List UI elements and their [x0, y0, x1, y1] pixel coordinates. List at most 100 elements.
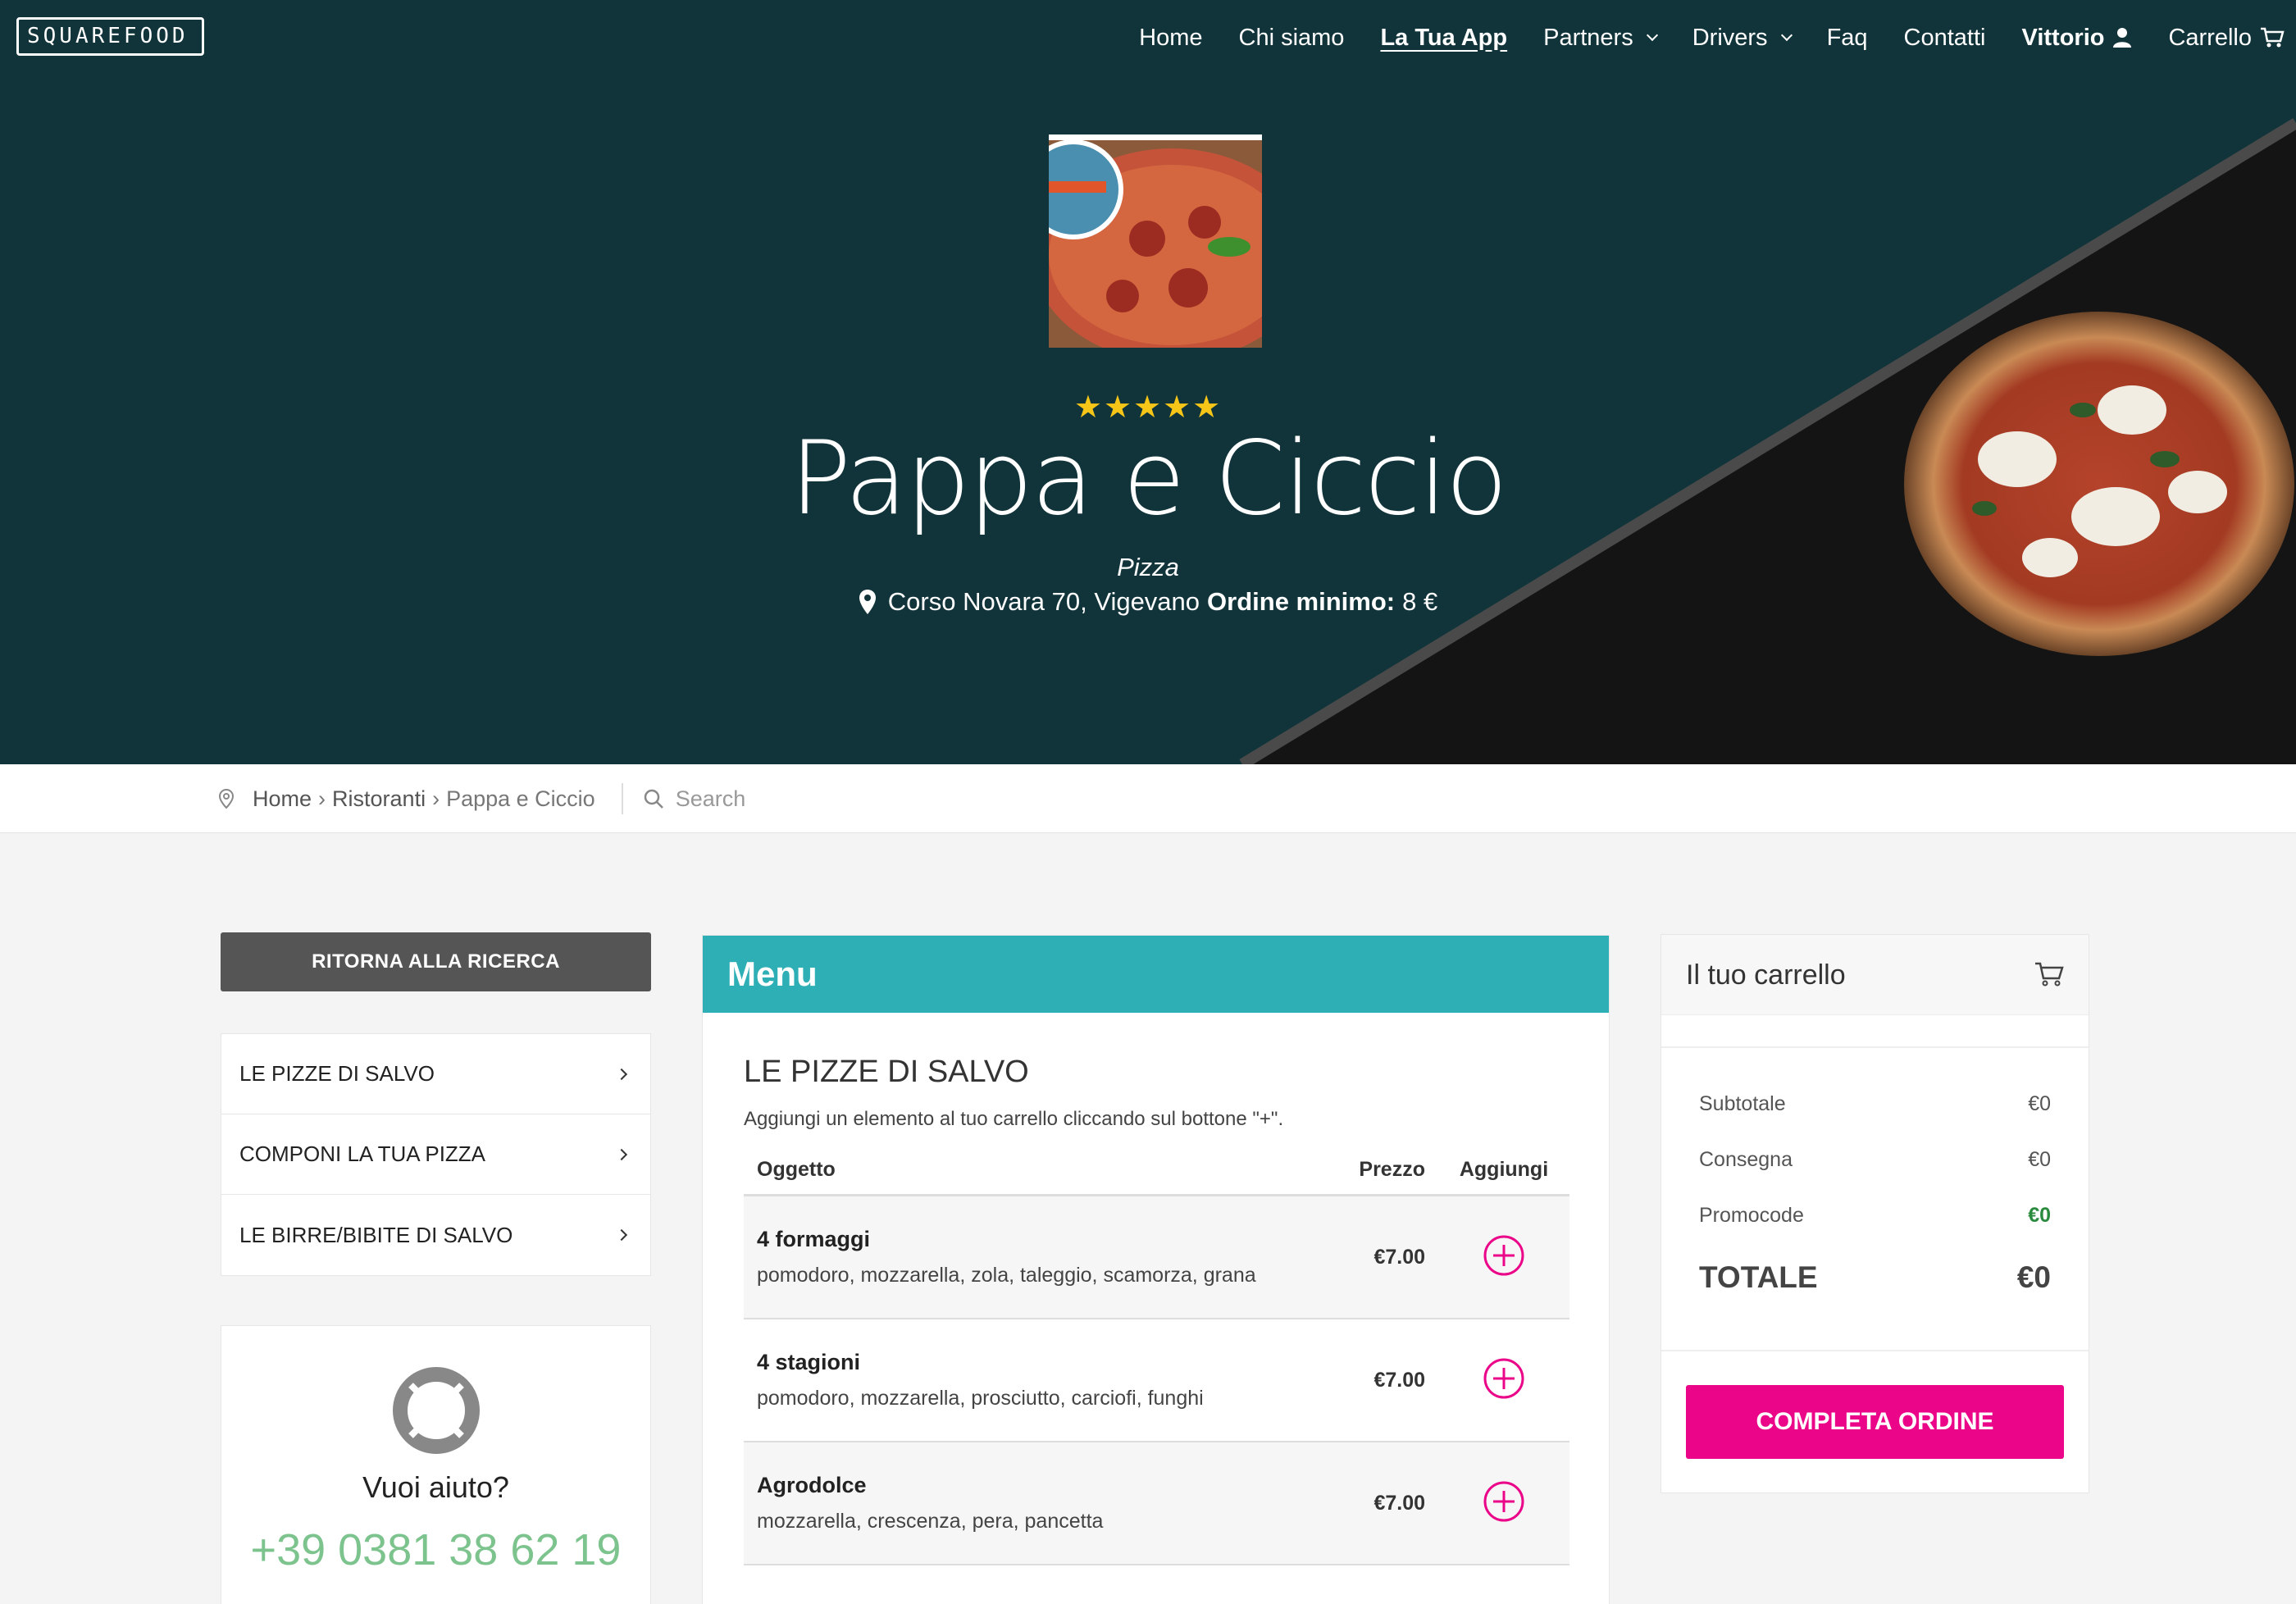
help-title: Vuoi aiuto? — [362, 1470, 509, 1504]
cart-panel: Il tuo carrello Subtotale €0 Consegna €0… — [1660, 934, 2089, 1493]
subtotal-value: €0 — [2028, 1091, 2051, 1115]
nav-faq-label: Faq — [1826, 24, 1868, 51]
total-value: €0 — [2016, 1260, 2051, 1294]
menu-table-header: Oggetto Prezzo Aggiungi — [744, 1146, 1569, 1196]
nav-cart-label: Carrello — [2168, 24, 2252, 51]
chevron-right-icon — [615, 1228, 628, 1242]
plus-circle-icon[interactable] — [1483, 1357, 1525, 1400]
category-item[interactable]: LE PIZZE DI SALVO — [221, 1034, 650, 1114]
table-row: 4 formaggi pomodoro, mozzarella, zola, t… — [744, 1196, 1569, 1319]
breadcrumb-home[interactable]: Home — [253, 786, 312, 812]
cart-subtotal-row: Subtotale €0 — [1699, 1076, 2051, 1132]
nav-drivers[interactable]: Drivers — [1692, 24, 1793, 52]
hero-banner: SQUAREFOOD Home Chi siamo La Tua App Par… — [0, 0, 2296, 764]
total-label: TOTALE — [1699, 1260, 1818, 1294]
nav-chi-siamo[interactable]: Chi siamo — [1239, 25, 1345, 52]
item-name: Agrodolce — [757, 1473, 867, 1497]
restaurant-name: Pappa e Ciccio — [790, 420, 1507, 538]
plus-circle-icon[interactable] — [1483, 1234, 1525, 1277]
min-order-label: Ordine minimo: — [1207, 587, 1396, 616]
cart-header: Il tuo carrello — [1661, 935, 2089, 1015]
main-nav: Home Chi siamo La Tua App Partners Drive… — [1103, 0, 2285, 75]
nav-user[interactable]: Vittorio — [2022, 25, 2133, 52]
category-item[interactable]: COMPONI LA TUA PIZZA — [221, 1114, 650, 1195]
breadcrumb-current: Pappa e Ciccio — [446, 786, 595, 811]
category-label: LE BIRRE/BIBITE DI SALVO — [239, 1222, 513, 1247]
cart-delivery-row: Consegna €0 — [1699, 1132, 2051, 1187]
nav-la-tua-app-label: La Tua App — [1380, 24, 1508, 51]
restaurant-address: Corso Novara 70, Vigevano — [887, 587, 1200, 616]
nav-contatti-label: Contatti — [1903, 24, 1986, 51]
nav-la-tua-app[interactable]: La Tua App — [1380, 25, 1507, 52]
item-description: mozzarella, crescenza, pera, pancetta — [757, 1510, 1104, 1533]
breadcrumb-bar: Home › Ristoranti › Pappa e Ciccio Searc… — [0, 764, 2296, 833]
category-label: COMPONI LA TUA PIZZA — [239, 1141, 486, 1166]
delivery-value: €0 — [2028, 1147, 2051, 1171]
menu-panel: Menu LE PIZZE DI SALVO Aggiungi un eleme… — [702, 935, 1610, 1604]
lifebuoy-icon — [393, 1367, 480, 1454]
restaurant-logo — [1023, 134, 1311, 362]
back-to-search-button[interactable]: RITORNA ALLA RICERCA — [221, 932, 651, 991]
nav-home[interactable]: Home — [1139, 25, 1202, 52]
cart-summary: Subtotale €0 Consegna €0 Promocode €0 TO… — [1661, 1048, 2089, 1312]
restaurant-address-line: Corso Novara 70, Vigevano Ordine minimo:… — [0, 587, 2296, 617]
breadcrumb-separator: › — [318, 786, 326, 811]
table-row: Agrodolce mozzarella, crescenza, pera, p… — [744, 1442, 1569, 1565]
nav-drivers-label: Drivers — [1692, 24, 1768, 51]
cart-divider — [1661, 1350, 2089, 1351]
menu-table: Oggetto Prezzo Aggiungi 4 formaggi pomod… — [744, 1146, 1569, 1565]
breadcrumb-separator: › — [432, 786, 440, 811]
nav-home-label: Home — [1139, 24, 1203, 51]
item-price: €7.00 — [1374, 1368, 1425, 1392]
chevron-down-icon — [1646, 29, 1658, 42]
chevron-down-icon — [1780, 29, 1793, 42]
cart-items-area — [1661, 1015, 2089, 1048]
breadcrumb-ristoranti[interactable]: Ristoranti — [332, 786, 426, 812]
column-add: Aggiungi — [1459, 1158, 1549, 1181]
site-logo[interactable]: SQUAREFOOD — [16, 17, 204, 56]
nav-cart[interactable]: Carrello — [2168, 25, 2285, 52]
category-list: LE PIZZE DI SALVO COMPONI LA TUA PIZZA L… — [221, 1033, 651, 1276]
nav-contatti[interactable]: Contatti — [1904, 25, 1986, 52]
cart-promo-row: Promocode €0 — [1699, 1187, 2051, 1243]
nav-chi-siamo-label: Chi siamo — [1238, 24, 1345, 51]
nav-partners-label: Partners — [1543, 24, 1633, 51]
search-input[interactable]: Search — [676, 786, 746, 812]
chevron-right-icon — [615, 1068, 628, 1080]
menu-section-hint: Aggiungi un elemento al tuo carrello cli… — [744, 1108, 1284, 1130]
logo-text: SQUAREFOOD — [27, 24, 189, 48]
plus-circle-icon[interactable] — [1483, 1480, 1525, 1523]
top-navbar: SQUAREFOOD Home Chi siamo La Tua App Par… — [0, 0, 2296, 75]
delivery-label: Consegna — [1699, 1147, 1793, 1171]
cart-icon — [2261, 27, 2285, 48]
item-price: €7.00 — [1374, 1245, 1425, 1269]
item-price: €7.00 — [1374, 1491, 1425, 1515]
min-order-value: 8 € — [1402, 587, 1438, 616]
search-icon[interactable] — [643, 788, 664, 809]
category-label: LE PIZZE DI SALVO — [239, 1061, 435, 1086]
item-name: 4 formaggi — [757, 1227, 871, 1251]
help-phone[interactable]: +39 0381 38 62 19 — [221, 1523, 650, 1577]
restaurant-logo-image — [1023, 139, 1311, 362]
item-name: 4 stagioni — [757, 1350, 861, 1374]
breadcrumb: Home › Ristoranti › Pappa e Ciccio Searc… — [218, 764, 745, 833]
checkout-button[interactable]: COMPLETA ORDINE — [1686, 1385, 2064, 1459]
table-row: 4 stagioni pomodoro, mozzarella, prosciu… — [744, 1319, 1569, 1442]
column-item: Oggetto — [757, 1158, 836, 1181]
promo-label: Promocode — [1699, 1203, 1804, 1227]
chevron-right-icon — [615, 1148, 628, 1160]
subtotal-label: Subtotale — [1699, 1091, 1786, 1115]
column-price: Prezzo — [1359, 1158, 1425, 1181]
location-icon — [218, 788, 235, 809]
nav-partners[interactable]: Partners — [1543, 24, 1658, 52]
cart-icon — [2035, 962, 2064, 987]
nav-faq[interactable]: Faq — [1827, 25, 1868, 52]
hero-diagonal-panel — [1239, 118, 2296, 764]
nav-user-label: Vittorio — [2021, 24, 2105, 51]
category-item[interactable]: LE BIRRE/BIBITE DI SALVO — [221, 1195, 650, 1275]
item-description: pomodoro, mozzarella, zola, taleggio, sc… — [757, 1264, 1256, 1287]
menu-section-title: LE PIZZE DI SALVO — [744, 1055, 1029, 1089]
help-box: Vuoi aiuto? +39 0381 38 62 19 — [221, 1325, 651, 1604]
restaurant-cuisine: Pizza — [1117, 553, 1179, 581]
cart-total-row: TOTALE €0 — [1699, 1243, 2051, 1312]
